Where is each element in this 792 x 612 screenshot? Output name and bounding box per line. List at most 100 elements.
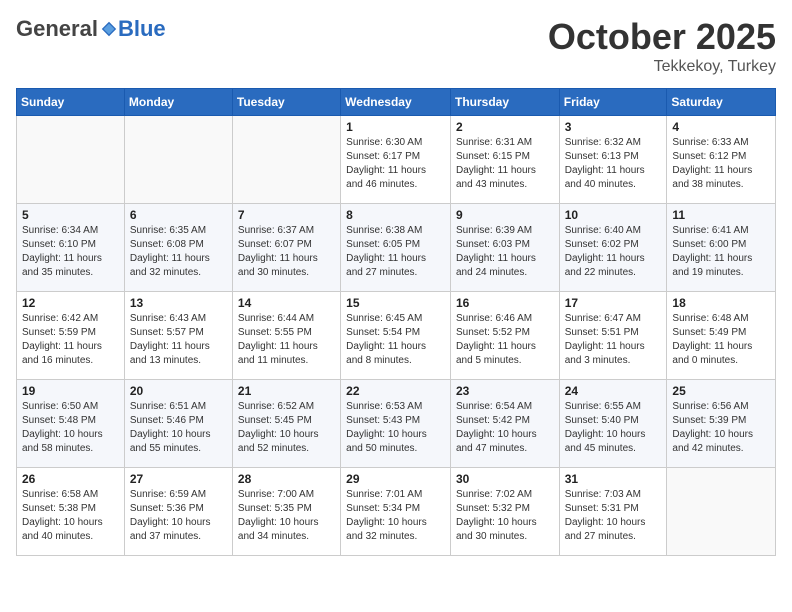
day-number: 13 bbox=[130, 296, 227, 310]
day-info: Sunrise: 6:39 AM Sunset: 6:03 PM Dayligh… bbox=[456, 224, 554, 280]
logo-general-text: General bbox=[16, 16, 98, 42]
day-number: 20 bbox=[130, 384, 227, 398]
calendar-cell: 3Sunrise: 6:32 AM Sunset: 6:13 PM Daylig… bbox=[559, 116, 667, 204]
day-number: 25 bbox=[672, 384, 770, 398]
day-number: 7 bbox=[238, 208, 335, 222]
day-number: 9 bbox=[456, 208, 554, 222]
day-info: Sunrise: 6:45 AM Sunset: 5:54 PM Dayligh… bbox=[346, 312, 445, 368]
day-number: 19 bbox=[22, 384, 119, 398]
calendar-cell: 27Sunrise: 6:59 AM Sunset: 5:36 PM Dayli… bbox=[124, 468, 232, 556]
calendar-cell bbox=[232, 116, 340, 204]
calendar-cell: 17 Sunrise: 6:47 AM Sunset: 5:51 PM Dayli… bbox=[559, 292, 667, 380]
day-number: 30 bbox=[456, 472, 554, 486]
calendar-week-2: 5Sunrise: 6:34 AM Sunset: 6:10 PM Daylig… bbox=[17, 204, 776, 292]
day-number: 2 bbox=[456, 120, 554, 134]
day-info: Sunrise: 6:34 AM Sunset: 6:10 PM Dayligh… bbox=[22, 224, 119, 280]
day-number: 22 bbox=[346, 384, 445, 398]
day-number: 31 bbox=[565, 472, 662, 486]
day-number: 24 bbox=[565, 384, 662, 398]
day-info: Sunrise: 6:47 AM Sunset: 5:51 PM Dayligh… bbox=[565, 312, 662, 368]
calendar-cell: 29 Sunrise: 7:01 AM Sunset: 5:34 PM Dayli… bbox=[341, 468, 451, 556]
day-number: 15 bbox=[346, 296, 445, 310]
day-info: Sunrise: 6:38 AM Sunset: 6:05 PM Dayligh… bbox=[346, 224, 445, 280]
calendar-cell: 23 Sunrise: 6:54 AM Sunset: 5:42 PM Dayli… bbox=[450, 380, 559, 468]
calendar-week-1: 1 Sunrise: 6:30 AM Sunset: 6:17 PM Daylig… bbox=[17, 116, 776, 204]
day-info: Sunrise: 6:35 AM Sunset: 6:08 PM Dayligh… bbox=[130, 224, 227, 280]
location: Tekkekoy, Turkey bbox=[548, 58, 776, 76]
calendar-cell bbox=[17, 116, 125, 204]
day-info: Sunrise: 6:41 AM Sunset: 6:00 PM Dayligh… bbox=[672, 224, 770, 280]
day-number: 26 bbox=[22, 472, 119, 486]
calendar-cell: 2 Sunrise: 6:31 AM Sunset: 6:15 PM Daylig… bbox=[450, 116, 559, 204]
day-info: Sunrise: 7:02 AM Sunset: 5:32 PM Dayligh… bbox=[456, 488, 554, 544]
calendar-cell: 22 Sunrise: 6:53 AM Sunset: 5:43 PM Dayli… bbox=[341, 380, 451, 468]
calendar-cell: 5Sunrise: 6:34 AM Sunset: 6:10 PM Daylig… bbox=[17, 204, 125, 292]
day-number: 28 bbox=[238, 472, 335, 486]
calendar-cell bbox=[124, 116, 232, 204]
calendar-cell: 11 Sunrise: 6:41 AM Sunset: 6:00 PM Dayli… bbox=[667, 204, 776, 292]
logo-blue-text: Blue bbox=[118, 16, 166, 42]
calendar-cell: 4 Sunrise: 6:33 AM Sunset: 6:12 PM Daylig… bbox=[667, 116, 776, 204]
day-number: 11 bbox=[672, 208, 770, 222]
day-number: 17 bbox=[565, 296, 662, 310]
col-header-friday: Friday bbox=[559, 89, 667, 116]
day-number: 29 bbox=[346, 472, 445, 486]
day-info: Sunrise: 6:53 AM Sunset: 5:43 PM Dayligh… bbox=[346, 400, 445, 456]
day-info: Sunrise: 6:31 AM Sunset: 6:15 PM Dayligh… bbox=[456, 136, 554, 192]
day-number: 10 bbox=[565, 208, 662, 222]
day-number: 21 bbox=[238, 384, 335, 398]
day-number: 16 bbox=[456, 296, 554, 310]
calendar-cell: 19Sunrise: 6:50 AM Sunset: 5:48 PM Dayli… bbox=[17, 380, 125, 468]
calendar-cell: 9 Sunrise: 6:39 AM Sunset: 6:03 PM Daylig… bbox=[450, 204, 559, 292]
calendar-cell: 8 Sunrise: 6:38 AM Sunset: 6:05 PM Daylig… bbox=[341, 204, 451, 292]
day-number: 27 bbox=[130, 472, 227, 486]
calendar-cell bbox=[667, 468, 776, 556]
logo: General Blue bbox=[16, 16, 166, 42]
month-title: October 2025 bbox=[548, 16, 776, 58]
calendar-header-row: SundayMondayTuesdayWednesdayThursdayFrid… bbox=[17, 89, 776, 116]
calendar-cell: 14 Sunrise: 6:44 AM Sunset: 5:55 PM Dayli… bbox=[232, 292, 340, 380]
day-number: 1 bbox=[346, 120, 445, 134]
day-info: Sunrise: 6:52 AM Sunset: 5:45 PM Dayligh… bbox=[238, 400, 335, 456]
calendar-week-4: 19Sunrise: 6:50 AM Sunset: 5:48 PM Dayli… bbox=[17, 380, 776, 468]
day-info: Sunrise: 6:40 AM Sunset: 6:02 PM Dayligh… bbox=[565, 224, 662, 280]
day-number: 8 bbox=[346, 208, 445, 222]
calendar-cell: 21 Sunrise: 6:52 AM Sunset: 5:45 PM Dayli… bbox=[232, 380, 340, 468]
day-number: 14 bbox=[238, 296, 335, 310]
day-number: 4 bbox=[672, 120, 770, 134]
calendar-cell: 10 Sunrise: 6:40 AM Sunset: 6:02 PM Dayli… bbox=[559, 204, 667, 292]
day-info: Sunrise: 7:01 AM Sunset: 5:34 PM Dayligh… bbox=[346, 488, 445, 544]
day-number: 6 bbox=[130, 208, 227, 222]
day-info: Sunrise: 6:33 AM Sunset: 6:12 PM Dayligh… bbox=[672, 136, 770, 192]
calendar-cell: 13Sunrise: 6:43 AM Sunset: 5:57 PM Dayli… bbox=[124, 292, 232, 380]
day-info: Sunrise: 6:30 AM Sunset: 6:17 PM Dayligh… bbox=[346, 136, 445, 192]
day-info: Sunrise: 6:48 AM Sunset: 5:49 PM Dayligh… bbox=[672, 312, 770, 368]
col-header-tuesday: Tuesday bbox=[232, 89, 340, 116]
day-info: Sunrise: 6:54 AM Sunset: 5:42 PM Dayligh… bbox=[456, 400, 554, 456]
day-info: Sunrise: 6:37 AM Sunset: 6:07 PM Dayligh… bbox=[238, 224, 335, 280]
calendar-week-3: 12Sunrise: 6:42 AM Sunset: 5:59 PM Dayli… bbox=[17, 292, 776, 380]
calendar-cell: 1 Sunrise: 6:30 AM Sunset: 6:17 PM Daylig… bbox=[341, 116, 451, 204]
day-info: Sunrise: 6:46 AM Sunset: 5:52 PM Dayligh… bbox=[456, 312, 554, 368]
day-info: Sunrise: 6:42 AM Sunset: 5:59 PM Dayligh… bbox=[22, 312, 119, 368]
calendar-cell: 31 Sunrise: 7:03 AM Sunset: 5:31 PM Dayli… bbox=[559, 468, 667, 556]
calendar-week-5: 26Sunrise: 6:58 AM Sunset: 5:38 PM Dayli… bbox=[17, 468, 776, 556]
col-header-thursday: Thursday bbox=[450, 89, 559, 116]
day-info: Sunrise: 6:32 AM Sunset: 6:13 PM Dayligh… bbox=[565, 136, 662, 192]
calendar-table: SundayMondayTuesdayWednesdayThursdayFrid… bbox=[16, 88, 776, 556]
calendar-cell: 15 Sunrise: 6:45 AM Sunset: 5:54 PM Dayli… bbox=[341, 292, 451, 380]
calendar-cell: 24Sunrise: 6:55 AM Sunset: 5:40 PM Dayli… bbox=[559, 380, 667, 468]
calendar-cell: 12Sunrise: 6:42 AM Sunset: 5:59 PM Dayli… bbox=[17, 292, 125, 380]
day-number: 23 bbox=[456, 384, 554, 398]
day-info: Sunrise: 6:44 AM Sunset: 5:55 PM Dayligh… bbox=[238, 312, 335, 368]
calendar-cell: 28Sunrise: 7:00 AM Sunset: 5:35 PM Dayli… bbox=[232, 468, 340, 556]
calendar-cell: 16 Sunrise: 6:46 AM Sunset: 5:52 PM Dayli… bbox=[450, 292, 559, 380]
calendar-cell: 30 Sunrise: 7:02 AM Sunset: 5:32 PM Dayli… bbox=[450, 468, 559, 556]
calendar-cell: 26Sunrise: 6:58 AM Sunset: 5:38 PM Dayli… bbox=[17, 468, 125, 556]
title-block: October 2025 Tekkekoy, Turkey bbox=[548, 16, 776, 76]
calendar-cell: 6 Sunrise: 6:35 AM Sunset: 6:08 PM Daylig… bbox=[124, 204, 232, 292]
day-info: Sunrise: 6:51 AM Sunset: 5:46 PM Dayligh… bbox=[130, 400, 227, 456]
day-info: Sunrise: 7:03 AM Sunset: 5:31 PM Dayligh… bbox=[565, 488, 662, 544]
day-number: 18 bbox=[672, 296, 770, 310]
calendar-cell: 7 Sunrise: 6:37 AM Sunset: 6:07 PM Daylig… bbox=[232, 204, 340, 292]
